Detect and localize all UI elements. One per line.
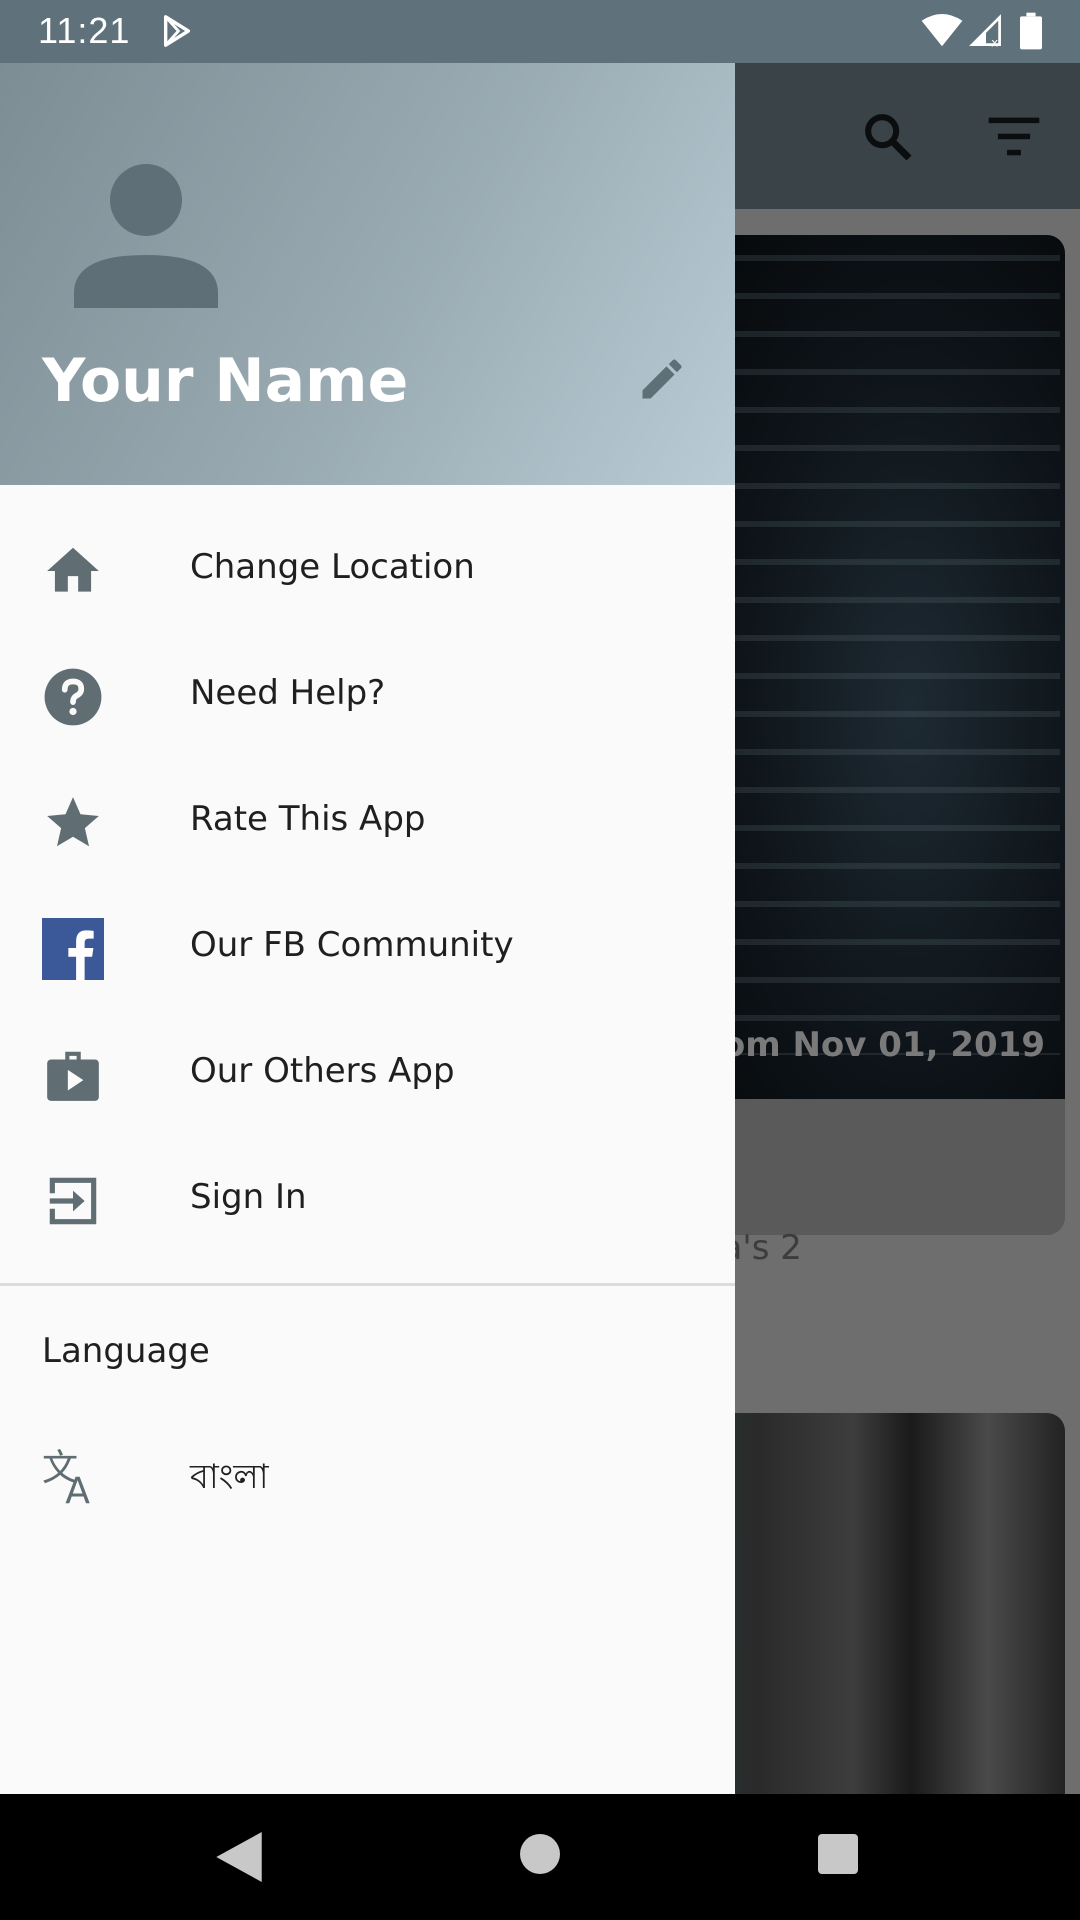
home-button-icon[interactable] — [520, 1834, 560, 1874]
menu-label: Our FB Community — [190, 925, 514, 965]
status-time: 11:21 — [38, 10, 131, 51]
svg-text:x: x — [991, 35, 998, 48]
menu-label: Sign In — [190, 1177, 307, 1217]
signal-icon: x — [969, 14, 1001, 48]
recent-apps-icon[interactable] — [818, 1834, 858, 1874]
menu-label: Our Others App — [190, 1051, 455, 1091]
filter-icon[interactable] — [986, 113, 1042, 159]
menu-item-language-bangla[interactable]: 文 A বাংলা — [0, 1409, 735, 1535]
card-caption: from Nov 01, 2019 — [690, 1025, 1045, 1065]
translate-icon: 文 A — [42, 1446, 90, 1506]
profile-name: Your Name — [42, 346, 409, 416]
menu-item-fb-community[interactable]: Our FB Community — [0, 883, 735, 1009]
person-icon[interactable] — [74, 163, 218, 308]
card-image-texture — [720, 255, 1060, 1055]
menu-item-need-help[interactable]: Need Help? — [0, 631, 735, 757]
sign-in-icon — [49, 1177, 97, 1225]
play-store-icon — [163, 15, 191, 47]
navigation-drawer: Your Name Change Location Need Help? Rat… — [0, 63, 735, 1794]
system-nav-bar — [0, 1794, 1080, 1920]
wifi-icon — [921, 14, 963, 47]
background-card[interactable]: from Nov 01, 2019 — [680, 235, 1065, 1235]
home-icon — [47, 547, 99, 592]
star-icon — [47, 797, 99, 847]
help-icon — [44, 668, 102, 726]
drawer-divider — [0, 1283, 735, 1286]
menu-label: বাংলা — [190, 1457, 269, 1497]
back-icon[interactable] — [216, 1832, 262, 1882]
status-bar: 11:21 x — [0, 0, 1080, 63]
menu-item-sign-in[interactable]: Sign In — [0, 1135, 735, 1261]
background-card-2[interactable] — [680, 1413, 1065, 1813]
card-footer — [680, 1099, 1065, 1235]
pencil-icon[interactable] — [636, 353, 688, 405]
menu-item-other-apps[interactable]: Our Others App — [0, 1009, 735, 1135]
play-bag-icon — [47, 1051, 99, 1101]
menu-label: Rate This App — [190, 799, 426, 839]
menu-label: Need Help? — [190, 673, 386, 713]
svg-text:A: A — [65, 1469, 90, 1506]
card-image — [680, 235, 1065, 1099]
facebook-icon — [42, 918, 104, 980]
drawer-header: Your Name — [0, 63, 735, 485]
menu-label: Change Location — [190, 547, 475, 587]
search-icon[interactable] — [860, 109, 916, 165]
language-section-title: Language — [42, 1331, 210, 1371]
menu-item-rate-app[interactable]: Rate This App — [0, 757, 735, 883]
menu-item-change-location[interactable]: Change Location — [0, 505, 735, 631]
battery-icon — [1020, 12, 1042, 50]
